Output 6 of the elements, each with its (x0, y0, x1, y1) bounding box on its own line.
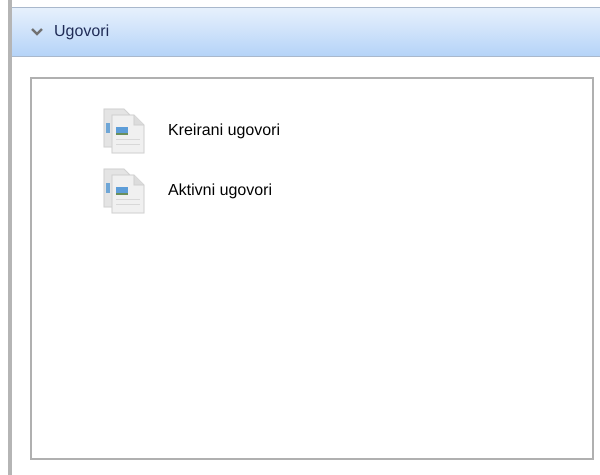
documents-icon (102, 107, 146, 155)
chevron-icon (30, 27, 44, 37)
list-item[interactable]: Kreirani ugovori (168, 119, 280, 143)
list-item[interactable]: Aktivni ugovori (168, 179, 272, 203)
documents-icon (102, 167, 146, 215)
panel-header[interactable]: Ugovori (12, 7, 600, 57)
